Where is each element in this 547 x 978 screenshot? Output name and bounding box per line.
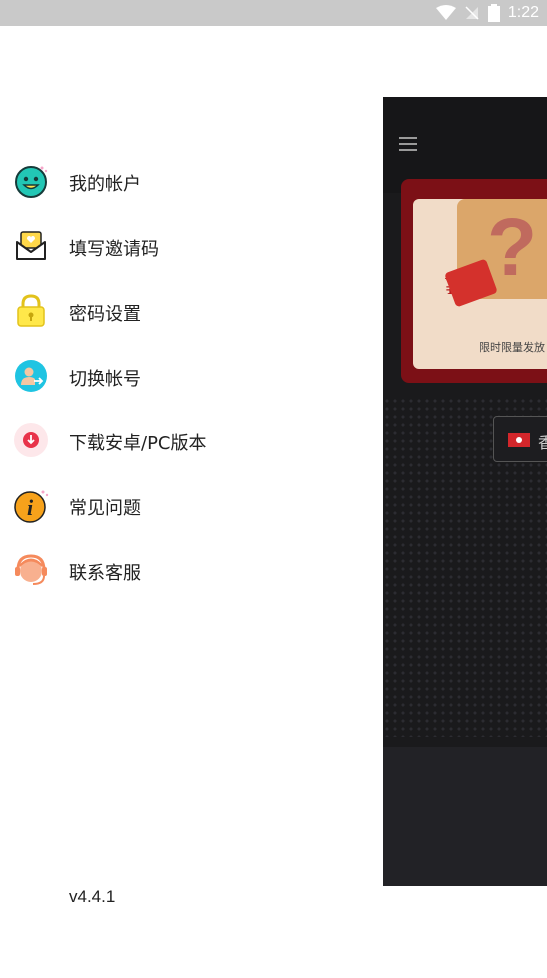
menu-label-invite-code: 填写邀请码 — [69, 239, 159, 260]
app-version: v4.4.1 — [69, 887, 116, 906]
hong-kong-flag-icon — [508, 433, 530, 447]
svg-text:i: i — [27, 495, 34, 520]
region-label: 香 — [538, 433, 547, 452]
menu-label-faq: 常见问题 — [69, 498, 141, 519]
menu-icon[interactable] — [399, 137, 417, 151]
menu-label-switch-account: 切换帐号 — [69, 369, 141, 390]
menu-item-invite-code[interactable]: 填写邀请码 — [0, 219, 383, 273]
clock-time: 1:22 — [507, 4, 539, 21]
switch-user-icon — [15, 360, 47, 392]
menu-label-my-account: 我的帐户 — [69, 174, 141, 195]
promo-banner[interactable]: ? ¥ 限时限量发放 — [401, 179, 547, 383]
no-signal-icon — [465, 6, 479, 20]
menu-item-switch-account[interactable]: 切换帐号 — [0, 349, 383, 403]
menu-item-my-account[interactable]: 我的帐户 — [0, 154, 383, 208]
status-bar: 1:22 — [0, 0, 547, 26]
wifi-icon — [435, 5, 456, 20]
promo-caption: 限时限量发放 — [479, 341, 545, 354]
menu-item-password-settings[interactable]: 密码设置 — [0, 284, 383, 338]
background-app-panel[interactable]: ? ¥ 限时限量发放 香 — [383, 97, 547, 886]
envelope-heart-icon — [16, 231, 46, 260]
menu-item-download[interactable]: 下载安卓/PC版本 — [0, 413, 383, 467]
menu-label-download: 下载安卓/PC版本 — [69, 433, 207, 454]
info-icon: i — [14, 490, 49, 523]
region-selector[interactable]: 香 — [493, 416, 547, 462]
menu-item-faq[interactable]: i 常见问题 — [0, 478, 383, 532]
download-icon — [14, 423, 48, 457]
status-icons: 1:22 — [435, 2, 539, 24]
customer-service-icon — [15, 554, 47, 585]
battery-icon — [487, 4, 500, 22]
padlock-icon — [17, 294, 45, 327]
panel-footer — [383, 747, 547, 886]
menu-label-password-settings: 密码设置 — [69, 304, 141, 325]
smiley-face-icon — [15, 166, 48, 198]
mystery-question-mark: ? — [487, 202, 538, 293]
navigation-drawer: 我的帐户 填写邀请码 密码设置 切换帐号 下载安卓/PC版本 i 常见问题 联系… — [0, 26, 383, 978]
menu-item-customer-service[interactable]: 联系客服 — [0, 543, 383, 597]
menu-label-customer-service: 联系客服 — [69, 563, 141, 584]
